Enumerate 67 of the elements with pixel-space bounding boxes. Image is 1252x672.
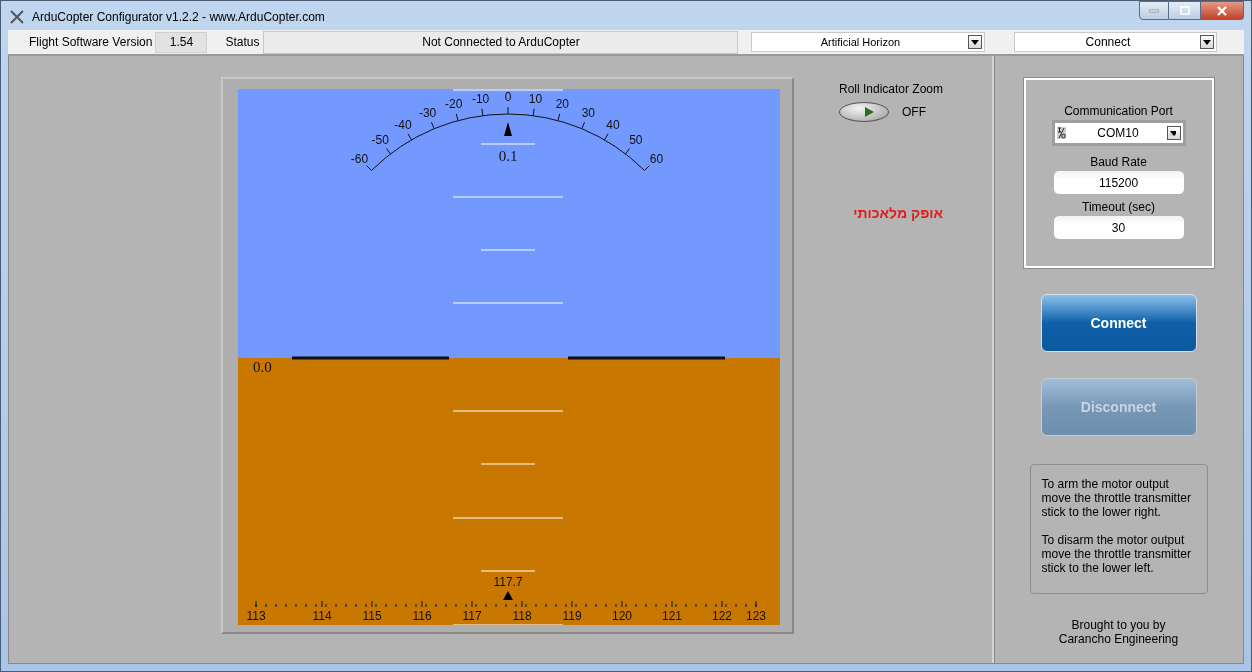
roll-zoom-toggle[interactable]: [839, 102, 889, 122]
close-button[interactable]: [1201, 1, 1244, 20]
roll-scale-label: 10: [528, 91, 543, 106]
heading-scale-label: 123: [746, 609, 766, 623]
status-label: Status: [225, 35, 260, 49]
port-label: Communication Port: [1064, 104, 1173, 118]
roll-scale-label: -20: [445, 97, 463, 112]
timeout-field[interactable]: 30: [1053, 216, 1184, 239]
roll-reading: 0.1: [498, 148, 518, 164]
caret-icon: [971, 39, 980, 45]
heading-reading: 117.7: [493, 575, 523, 589]
version-value: 1.54: [155, 31, 208, 53]
roll-scale-label: -10: [471, 91, 490, 106]
instruction-text: To disarm the motor output move the throttle transmitter stick to the lower left.: [1041, 533, 1192, 575]
maximize-button[interactable]: [1169, 1, 1201, 20]
minimize-button[interactable]: [1139, 1, 1169, 20]
port-dropdown[interactable]: COM10: [1051, 120, 1186, 146]
heading-scale-label: 122: [712, 609, 732, 623]
roll-scale-label: 40: [606, 118, 620, 133]
roll-scale-label: 60: [649, 151, 664, 166]
heading-scale-label: 117: [462, 609, 482, 623]
timeout-label: Timeout (sec): [1082, 200, 1155, 214]
window-title: ArduCopter Configurator v1.2.2 - www.ArduCopter.com: [32, 10, 325, 24]
pitch-line: [480, 143, 536, 145]
io-icon: [1056, 127, 1066, 139]
maximize-icon: [1179, 6, 1190, 15]
triangle-icon: [865, 107, 874, 117]
heading-scale-label: 121: [662, 609, 682, 623]
status-value: Not Connected to ArduCopter: [263, 30, 739, 54]
roll-scale-label: -50: [371, 133, 389, 148]
caret-icon: [1203, 39, 1212, 45]
connect-button[interactable]: Connect: [1040, 294, 1197, 352]
mode-dropdown[interactable]: Connect: [1014, 32, 1218, 52]
caret-icon: [1169, 130, 1176, 136]
baud-rate-field[interactable]: 115200: [1053, 171, 1184, 194]
heading-scale-label: 118: [512, 609, 532, 623]
roll-scale-label: 20: [555, 97, 570, 112]
view-dropdown[interactable]: Artificial Horizon: [751, 32, 986, 52]
roll-scale-label: -40: [394, 118, 412, 133]
heading-scale-label: 120: [612, 609, 632, 623]
heading-scale-label: 119: [562, 609, 582, 623]
toggle-state-text: OFF: [902, 105, 926, 119]
horizon-caption: אופק מלאכותי: [853, 205, 944, 221]
roll-scale-label: 50: [629, 133, 643, 148]
heading-scale-label: 115: [362, 609, 382, 623]
pitch-line: [480, 249, 536, 251]
roll-zoom-label: Roll Indicator Zoom: [839, 82, 944, 96]
heading-scale-label: 114: [312, 609, 332, 623]
heading-pointer-icon: [503, 591, 513, 600]
baud-rate-label: Baud Rate: [1090, 155, 1147, 169]
roll-scale-label: -30: [418, 106, 437, 120]
minimize-icon: [1149, 8, 1159, 13]
crossed-tools-icon: [10, 10, 24, 24]
credit-text: Brought to you by: [1071, 618, 1166, 632]
version-label: Flight Software Version: [29, 35, 153, 49]
close-icon: [1217, 5, 1227, 16]
roll-pointer-icon: [504, 122, 512, 136]
instruction-text: To arm the motor output move the throttle transmitter stick to the lower right.: [1041, 477, 1192, 519]
pitch-line: [480, 463, 536, 465]
credit-text: Carancho Engineering: [1058, 632, 1179, 646]
pitch-reading: 0.0: [253, 359, 272, 375]
roll-scale-label: 0: [504, 90, 512, 104]
roll-scale-label: -60: [350, 151, 369, 166]
pitch-line: [480, 570, 536, 572]
heading-scale-label: 113: [246, 609, 266, 623]
roll-scale-label: 30: [581, 106, 596, 120]
heading-scale-label: 116: [412, 609, 432, 623]
